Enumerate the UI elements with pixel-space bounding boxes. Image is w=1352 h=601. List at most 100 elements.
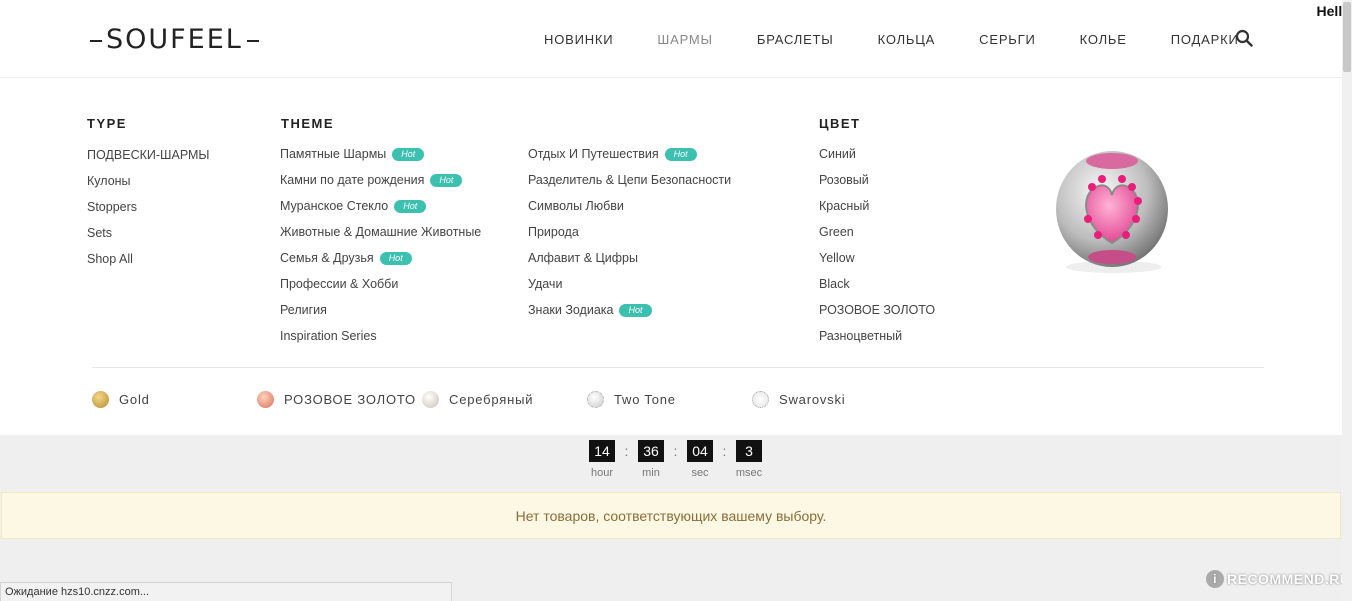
- silver-swatch-icon: [422, 391, 439, 408]
- rose-gold-swatch-icon: [257, 391, 274, 408]
- list-item[interactable]: Синий: [819, 141, 935, 167]
- list-item[interactable]: Отдых И Путешествия Hot: [528, 141, 731, 167]
- scrollbar-thumb[interactable]: [1343, 2, 1351, 72]
- metal-rose-gold[interactable]: РОЗОВОЕ ЗОЛОТО: [257, 391, 422, 408]
- theme-item-label: Символы Любви: [528, 199, 624, 213]
- list-item[interactable]: Профессии & Хобби: [280, 271, 481, 297]
- metal-two-tone[interactable]: Two Tone: [587, 391, 752, 408]
- list-item[interactable]: Разделитель & Цепи Безопасности: [528, 167, 731, 193]
- timer-min-label: min: [642, 467, 660, 479]
- list-item[interactable]: Black: [819, 271, 935, 297]
- hot-badge: Hot: [392, 147, 425, 161]
- countdown-timer: 14 hour : 36 min : 04 sec : 3 msec: [586, 440, 765, 479]
- list-item[interactable]: Розовый: [819, 167, 935, 193]
- main-nav: НОВИНКИ ШАРМЫ БРАСЛЕТЫ КОЛЬЦА СЕРЬГИ КОЛ…: [544, 32, 1283, 47]
- theme-item-label: Религия: [280, 303, 327, 317]
- nav-item-koltsa[interactable]: КОЛЬЦА: [878, 32, 936, 47]
- metal-label: Gold: [119, 392, 150, 407]
- metal-label: Swarovski: [779, 392, 846, 407]
- nav-item-podarki[interactable]: ПОДАРКИ: [1171, 32, 1239, 47]
- list-item[interactable]: Камни по дате рождения Hot: [280, 167, 481, 193]
- theme-list-2: Отдых И Путешествия Hot Разделитель & Цепи…: [528, 141, 731, 323]
- swarovski-swatch-icon: [752, 391, 769, 408]
- two-tone-swatch-icon: [587, 391, 604, 408]
- metal-swarovski[interactable]: Swarovski: [752, 391, 917, 408]
- list-item[interactable]: Семья & Друзья Hot: [280, 245, 481, 271]
- recommend-logo-icon: i: [1206, 570, 1224, 588]
- nav-item-kolye[interactable]: КОЛЬЕ: [1080, 32, 1127, 47]
- theme-list-1: Памятные Шармы Hot Камни по дате рождения H…: [280, 141, 481, 349]
- type-title: TYPE: [87, 116, 127, 131]
- list-item[interactable]: Inspiration Series: [280, 323, 481, 349]
- page-scrollbar[interactable]: [1342, 0, 1352, 601]
- list-item[interactable]: Yellow: [819, 245, 935, 271]
- timer-sec: 04 sec: [684, 440, 716, 479]
- color-title: ЦВЕТ: [819, 116, 861, 131]
- soufeel-logo[interactable]: SOUFEEL: [86, 24, 263, 55]
- timer-hour-value: 14: [589, 440, 615, 462]
- list-item[interactable]: Shop All: [87, 246, 210, 272]
- metal-gold[interactable]: Gold: [92, 391, 257, 408]
- list-item[interactable]: Памятные Шармы Hot: [280, 141, 481, 167]
- theme-item-label: Природа: [528, 225, 579, 239]
- list-item[interactable]: Знаки Зодиака Hot: [528, 297, 731, 323]
- hot-badge: Hot: [394, 199, 427, 213]
- timer-hour-label: hour: [590, 467, 614, 479]
- list-item[interactable]: РОЗОВОЕ ЗОЛОТО: [819, 297, 935, 323]
- theme-title: THEME: [281, 116, 334, 131]
- theme-item-label: Алфавит & Цифры: [528, 251, 638, 265]
- list-item[interactable]: Символы Любви: [528, 193, 731, 219]
- timer-min-value: 36: [638, 440, 664, 462]
- nav-item-sharmy[interactable]: ШАРМЫ: [657, 32, 712, 47]
- hot-badge: Hot: [430, 173, 463, 187]
- theme-item-label: Профессии & Хобби: [280, 277, 399, 291]
- hot-badge: Hot: [664, 147, 697, 161]
- list-item[interactable]: ПОДВЕСКИ-ШАРМЫ: [87, 142, 210, 168]
- theme-item-label: Камни по дате рождения: [280, 173, 425, 187]
- theme-item-label: Животные & Домашние Животные: [280, 225, 482, 239]
- timer-msec-value: 3: [736, 440, 762, 462]
- site-header: SOUFEEL НОВИНКИ ШАРМЫ БРАСЛЕТЫ КОЛЬЦА СЕ…: [0, 0, 1342, 78]
- metal-filter-row: Gold РОЗОВОЕ ЗОЛОТО Серебряный Two Tone …: [92, 391, 917, 408]
- list-item[interactable]: Алфавит & Цифры: [528, 245, 731, 271]
- browser-status-bar: Ожидание hzs10.cnzz.com...: [0, 582, 452, 601]
- timer-hour: 14 hour: [586, 440, 618, 479]
- menu-divider: [92, 367, 1264, 368]
- list-item[interactable]: Красный: [819, 193, 935, 219]
- timer-separator: :: [624, 443, 629, 459]
- gold-swatch-icon: [92, 391, 109, 408]
- list-item[interactable]: Разноцветный: [819, 323, 935, 349]
- list-item[interactable]: Религия: [280, 297, 481, 323]
- hot-badge: Hot: [619, 303, 652, 317]
- list-item[interactable]: Удачи: [528, 271, 731, 297]
- list-item[interactable]: Green: [819, 219, 935, 245]
- theme-item-label: Знаки Зодиака: [528, 303, 614, 317]
- search-icon[interactable]: [1235, 29, 1253, 47]
- list-item[interactable]: Природа: [528, 219, 731, 245]
- nav-item-braslety[interactable]: БРАСЛЕТЫ: [757, 32, 834, 47]
- metal-label: Серебряный: [449, 392, 534, 407]
- watermark: i RECOMMEND.RU: [1206, 570, 1350, 588]
- nav-item-novinki[interactable]: НОВИНКИ: [544, 32, 613, 47]
- hot-badge: Hot: [379, 251, 412, 265]
- list-item[interactable]: Кулоны: [87, 168, 210, 194]
- list-item[interactable]: Sets: [87, 220, 210, 246]
- timer-sec-label: sec: [691, 467, 709, 479]
- metal-label: Two Tone: [614, 392, 676, 407]
- timer-separator: :: [722, 443, 727, 459]
- nav-item-sergi[interactable]: СЕРЬГИ: [979, 32, 1035, 47]
- list-item[interactable]: Муранское Стекло Hot: [280, 193, 481, 219]
- theme-item-label: Муранское Стекло: [280, 199, 389, 213]
- metal-silver[interactable]: Серебряный: [422, 391, 587, 408]
- theme-item-label: Отдых И Путешествия: [528, 147, 659, 161]
- theme-item-label: Удачи: [528, 277, 563, 291]
- charm-product-image[interactable]: [1052, 147, 1170, 277]
- timer-min: 36 min: [635, 440, 667, 479]
- list-item[interactable]: Stoppers: [87, 194, 210, 220]
- list-item[interactable]: Животные & Домашние Животные: [280, 219, 481, 245]
- timer-separator: :: [673, 443, 678, 459]
- timer-sec-value: 04: [687, 440, 713, 462]
- timer-msec-label: msec: [735, 467, 763, 479]
- theme-item-label: Разделитель & Цепи Безопасности: [528, 173, 732, 187]
- metal-label: РОЗОВОЕ ЗОЛОТО: [284, 392, 416, 407]
